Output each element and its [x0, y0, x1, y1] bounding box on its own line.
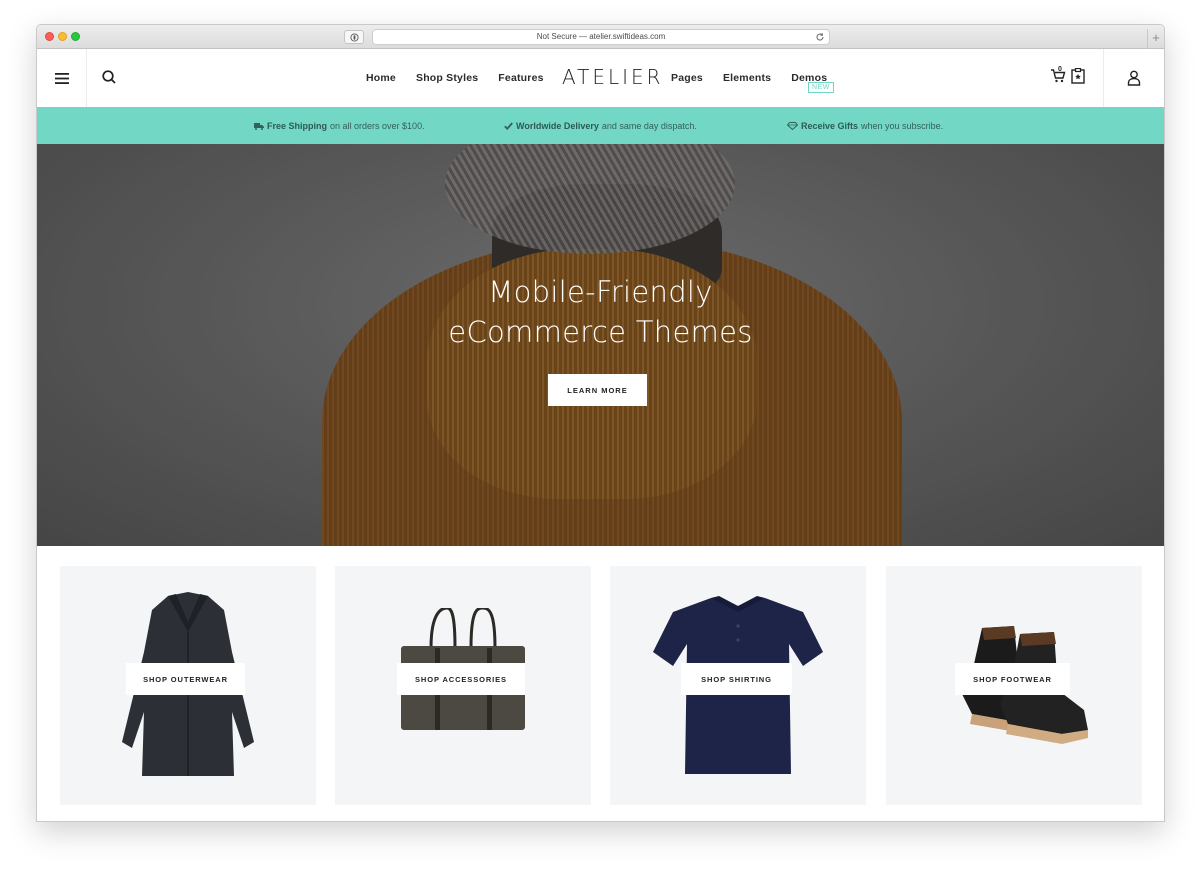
close-window-button[interactable] — [45, 32, 54, 41]
truck-icon — [254, 122, 264, 130]
check-icon — [504, 121, 513, 130]
user-account-icon — [1127, 70, 1141, 86]
promo-text: on all orders over $100. — [330, 120, 425, 131]
browser-window: Not Secure — atelier.swiftideas.com + Ho… — [36, 24, 1165, 822]
category-card-footwear[interactable]: SHOP FOOTWEAR — [886, 566, 1142, 805]
promo-free-shipping: Free Shipping on all orders over $100. — [254, 107, 425, 144]
nav-shop-styles[interactable]: Shop Styles — [416, 72, 478, 84]
primary-nav-right: Pages Elements Demos — [671, 49, 827, 107]
category-label[interactable]: SHOP OUTERWEAR — [126, 663, 245, 695]
learn-more-button[interactable]: LEARN MORE — [548, 374, 647, 406]
promo-text: when you subscribe. — [861, 120, 944, 131]
minimize-window-button[interactable] — [58, 32, 67, 41]
category-card-outerwear[interactable]: SHOP OUTERWEAR — [60, 566, 316, 805]
promo-bold-text: Free Shipping — [267, 120, 328, 131]
site-logo[interactable]: ATELIER — [562, 65, 664, 89]
promo-worldwide-delivery: Worldwide Delivery and same day dispatch… — [504, 107, 697, 144]
hero-title: Mobile-Friendly eCommerce Themes — [37, 272, 1164, 352]
new-tab-button[interactable]: + — [1147, 29, 1164, 49]
category-label[interactable]: SHOP SHIRTING — [681, 663, 792, 695]
nav-home[interactable]: Home — [366, 72, 396, 84]
hero-title-line1: Mobile-Friendly — [488, 275, 713, 309]
search-icon[interactable] — [101, 69, 118, 86]
privacy-shield-icon — [349, 32, 359, 42]
category-card-shirting[interactable]: SHOP SHIRTING — [610, 566, 866, 805]
promo-bold-text: Worldwide Delivery — [516, 120, 599, 131]
category-label[interactable]: SHOP ACCESSORIES — [397, 663, 525, 695]
category-card-accessories[interactable]: SHOP ACCESSORIES — [335, 566, 591, 805]
new-badge: NEW — [808, 82, 834, 93]
promo-bar: Free Shipping on all orders over $100. W… — [37, 107, 1164, 144]
site-header: Home Shop Styles Features ATELIER Pages … — [37, 49, 1164, 107]
browser-titlebar: Not Secure — atelier.swiftideas.com + — [37, 25, 1164, 49]
nav-pages[interactable]: Pages — [671, 72, 703, 84]
reload-icon[interactable] — [815, 32, 825, 42]
zoom-window-button[interactable] — [71, 32, 80, 41]
hero-banner: Mobile-Friendly eCommerce Themes LEARN M… — [37, 144, 1164, 546]
nav-elements[interactable]: Elements — [723, 72, 771, 84]
menu-button[interactable] — [37, 49, 87, 107]
hamburger-menu-icon — [54, 72, 69, 84]
diamond-icon — [787, 121, 798, 130]
category-label[interactable]: SHOP FOOTWEAR — [955, 663, 1070, 695]
cart-count-badge: 0 — [1058, 66, 1062, 73]
promo-text: and same day dispatch. — [601, 120, 697, 131]
wishlist-icon[interactable] — [1071, 68, 1085, 84]
primary-nav-left: Home Shop Styles Features — [366, 49, 544, 107]
address-text: Not Secure — atelier.swiftideas.com — [536, 32, 666, 41]
hero-title-line2: eCommerce Themes — [448, 315, 753, 349]
account-button[interactable] — [1103, 49, 1164, 107]
address-bar[interactable]: Not Secure — atelier.swiftideas.com — [372, 29, 830, 45]
promo-bold-text: Receive Gifts — [801, 120, 859, 131]
nav-features[interactable]: Features — [498, 72, 543, 84]
category-grid: SHOP OUTERWEAR SHOP ACCESSORIES SHOP SHI… — [60, 566, 1143, 806]
privacy-report-button[interactable] — [344, 30, 364, 44]
promo-receive-gifts: Receive Gifts when you subscribe. — [787, 107, 943, 144]
